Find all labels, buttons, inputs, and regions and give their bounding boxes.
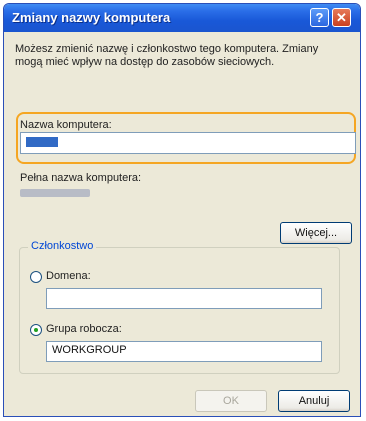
dialog-body: Możesz zmienić nazwę i członkostwo tego …: [4, 32, 360, 416]
radio-selected-dot: [34, 328, 38, 332]
full-name-value: [20, 188, 90, 200]
domain-radio[interactable]: [30, 271, 42, 283]
dialog-title: Zmiany nazwy komputera: [12, 10, 171, 25]
description-text: Możesz zmienić nazwę i członkostwo tego …: [15, 43, 319, 68]
close-icon: ✕: [336, 9, 347, 25]
domain-label: Domena:: [46, 270, 91, 282]
close-button[interactable]: ✕: [332, 8, 351, 27]
title-bar[interactable]: Zmiany nazwy komputera ? ✕: [4, 4, 360, 32]
workgroup-radio[interactable]: [30, 324, 42, 336]
computer-name-label: Nazwa komputera:: [20, 119, 112, 131]
workgroup-label: Grupa robocza:: [46, 323, 122, 335]
ok-button[interactable]: OK: [195, 390, 267, 412]
domain-input[interactable]: [46, 288, 322, 309]
cancel-button[interactable]: Anuluj: [278, 390, 350, 412]
help-icon: ?: [315, 10, 324, 25]
more-button[interactable]: Więcej...: [280, 222, 352, 244]
computer-name-input[interactable]: [20, 132, 356, 154]
membership-legend: Członkostwo: [28, 240, 97, 252]
workgroup-input[interactable]: WORKGROUP: [46, 341, 322, 362]
help-button[interactable]: ?: [310, 8, 329, 27]
rename-computer-dialog: Zmiany nazwy komputera ? ✕ Możesz zmieni…: [3, 3, 361, 417]
full-name-label: Pełna nazwa komputera:: [20, 172, 142, 184]
computer-name-value: [26, 137, 58, 147]
